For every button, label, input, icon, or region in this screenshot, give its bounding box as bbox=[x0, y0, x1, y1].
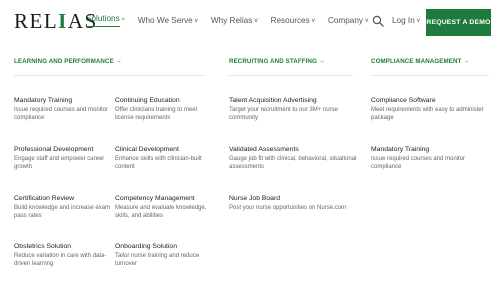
nav-label: Resources bbox=[270, 16, 310, 25]
menu-item-description: Measure and evaluate knowledge, skills, … bbox=[115, 205, 207, 220]
menu-item-description: Tailor nurse training and reduce turnove… bbox=[115, 253, 200, 268]
menu-item-competency-management[interactable]: Competency Management Measure and evalua… bbox=[115, 195, 215, 220]
menu-item-description: Issue required courses and monitor compl… bbox=[14, 107, 109, 122]
menu-item-title: Compliance Software bbox=[371, 97, 436, 104]
menu-item-compliance-software[interactable]: Compliance Software Meet requirements wi… bbox=[371, 97, 489, 122]
menu-item-description: Gauge job fit with clinical, behavioral,… bbox=[229, 156, 357, 171]
section-divider bbox=[229, 75, 353, 76]
logo-text-left: REL bbox=[14, 8, 59, 33]
menu-item-title: Continuing Education bbox=[115, 97, 180, 104]
nav-item-solutions[interactable]: Solutions ^ bbox=[86, 14, 125, 27]
nav-label: Solutions bbox=[86, 14, 120, 27]
menu-item-certification-review[interactable]: Certification Review Build knowledge and… bbox=[14, 195, 114, 220]
chevron-down-icon: v bbox=[254, 17, 258, 24]
menu-item-description: Offer clinicians training to meet licens… bbox=[115, 107, 198, 122]
login-link[interactable]: Log In v bbox=[392, 16, 420, 25]
nav-item-why-relias[interactable]: Why Relias v bbox=[211, 14, 258, 27]
menu-item-validated-assessments[interactable]: Validated Assessments Gauge job fit with… bbox=[229, 146, 357, 171]
search-icon[interactable] bbox=[372, 15, 384, 27]
menu-item-title: Competency Management bbox=[115, 195, 195, 202]
menu-item-title: Obstetrics Solution bbox=[14, 243, 72, 250]
logo-text-accent: I bbox=[58, 8, 68, 33]
menu-item-mandatory-training[interactable]: Mandatory Training Issue required course… bbox=[14, 97, 114, 122]
nav-label: Who We Serve bbox=[137, 16, 193, 25]
menu-item-onboarding-solution[interactable]: Onboarding Solution Tailor nurse trainin… bbox=[115, 243, 215, 268]
menu-item-talent-acquisition-advertising[interactable]: Talent Acquisition Advertising Target yo… bbox=[229, 97, 357, 122]
menu-item-mandatory-training-compliance[interactable]: Mandatory Training Issue required course… bbox=[371, 146, 489, 171]
chevron-up-icon: ^ bbox=[121, 17, 125, 24]
menu-item-description: Enhance skills with clinician-built cont… bbox=[115, 156, 202, 171]
request-demo-button[interactable]: REQUEST A DEMO bbox=[426, 9, 491, 36]
chevron-down-icon: v bbox=[194, 17, 198, 24]
nav-item-who-we-serve[interactable]: Who We Serve v bbox=[138, 14, 198, 27]
menu-item-clinical-development[interactable]: Clinical Development Enhance skills with… bbox=[115, 146, 215, 171]
section-divider bbox=[371, 75, 489, 76]
menu-item-title: Mandatory Training bbox=[14, 97, 73, 104]
site-header: REL I AS Solutions ^ Who We Serve v Why Re… bbox=[0, 0, 500, 44]
menu-item-description: Reduce variation in care with data-drive… bbox=[14, 253, 107, 268]
chevron-down-icon: v bbox=[365, 17, 369, 24]
menu-item-nurse-job-board[interactable]: Nurse Job Board Post your nurse opportun… bbox=[229, 195, 357, 212]
nav-item-company[interactable]: Company v bbox=[328, 14, 368, 27]
chevron-down-icon: v bbox=[416, 17, 421, 24]
login-label: Log In bbox=[392, 16, 415, 25]
menu-item-continuing-education[interactable]: Continuing Education Offer clinicians tr… bbox=[115, 97, 215, 122]
menu-item-description: Engage staff and empower career growth bbox=[14, 156, 105, 171]
menu-item-description: Build knowledge and increase exam pass r… bbox=[14, 205, 111, 220]
menu-item-title: Clinical Development bbox=[115, 146, 179, 153]
menu-item-obstetrics-solution[interactable]: Obstetrics Solution Reduce variation in … bbox=[14, 243, 114, 268]
menu-item-title: Certification Review bbox=[14, 195, 75, 202]
section-heading-compliance[interactable]: COMPLIANCE MANAGEMENT → bbox=[371, 58, 470, 65]
menu-item-description: Target your recruitment to our 3M+ nurse… bbox=[229, 107, 338, 122]
chevron-down-icon: v bbox=[311, 17, 315, 24]
menu-item-description: Issue required courses and monitor compl… bbox=[371, 156, 466, 171]
section-heading-recruiting[interactable]: RECRUITING AND STAFFING → bbox=[229, 58, 325, 65]
section-heading-learning[interactable]: LEARNING AND PERFORMANCE → bbox=[14, 58, 122, 65]
menu-item-title: Talent Acquisition Advertising bbox=[229, 97, 317, 104]
menu-item-description: Meet requirements with easy to administe… bbox=[371, 107, 484, 122]
menu-item-description: Post your nurse opportunities on Nurse.c… bbox=[229, 205, 347, 211]
menu-item-title: Validated Assessments bbox=[229, 146, 299, 153]
nav-label: Company bbox=[327, 16, 363, 25]
menu-item-title: Professional Development bbox=[14, 146, 94, 153]
menu-item-professional-development[interactable]: Professional Development Engage staff an… bbox=[14, 146, 114, 171]
menu-item-title: Mandatory Training bbox=[371, 146, 430, 153]
main-nav: Solutions ^ Who We Serve v Why Relias v … bbox=[86, 14, 368, 27]
menu-item-title: Nurse Job Board bbox=[229, 195, 281, 202]
nav-item-resources[interactable]: Resources v bbox=[271, 14, 315, 27]
nav-label: Why Relias bbox=[210, 16, 253, 25]
section-divider bbox=[14, 75, 205, 76]
menu-item-title: Onboarding Solution bbox=[115, 243, 177, 250]
